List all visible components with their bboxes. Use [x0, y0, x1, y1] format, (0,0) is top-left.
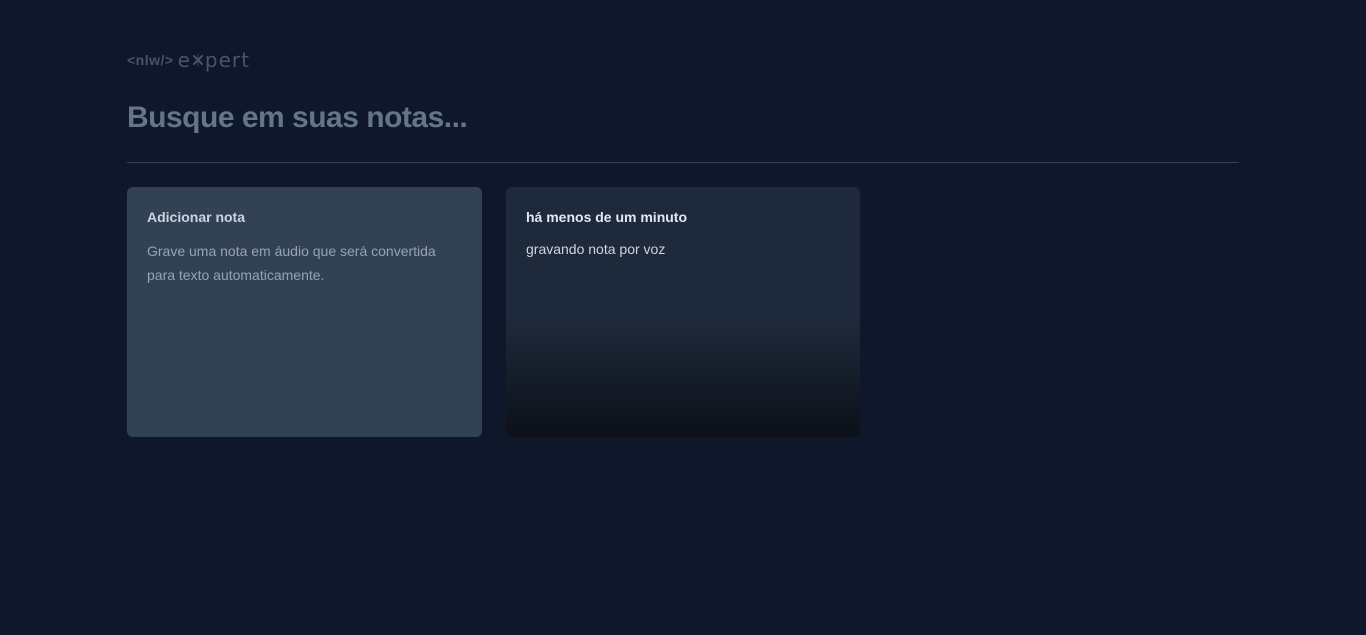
app-container: <nlw/> e pert Adicionar nota Grave uma n…	[127, 0, 1239, 437]
note-content: gravando nota por voz	[526, 241, 666, 257]
search-form	[127, 98, 1239, 138]
logo-x-icon	[192, 54, 203, 66]
logo-code-text: <nlw/>	[127, 52, 174, 68]
add-note-description: Grave uma nota em áudio que será convert…	[147, 243, 436, 283]
note-card[interactable]: há menos de um minuto gravando nota por …	[506, 187, 860, 437]
logo-word-right: pert	[204, 48, 250, 72]
note-date: há menos de um minuto	[526, 209, 688, 225]
logo: <nlw/> e pert	[127, 48, 1239, 72]
note-fade-overlay	[506, 319, 860, 437]
search-input[interactable]	[127, 98, 1239, 138]
notes-grid: Adicionar nota Grave uma nota em áudio q…	[127, 187, 1239, 437]
add-note-card[interactable]: Adicionar nota Grave uma nota em áudio q…	[127, 187, 482, 437]
logo-word-left: e	[177, 48, 191, 72]
add-note-title: Adicionar nota	[147, 209, 246, 225]
divider	[127, 162, 1239, 163]
logo-wordmark: e pert	[178, 48, 250, 72]
